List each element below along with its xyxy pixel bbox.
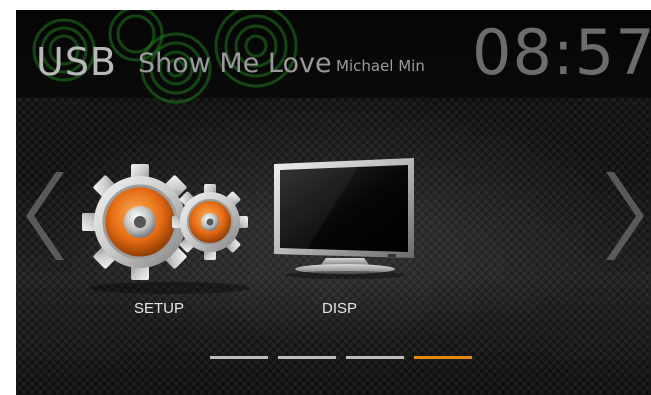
monitor-icon xyxy=(274,158,414,279)
artist-name: Michael Min xyxy=(336,57,425,75)
clock: 08:57 xyxy=(472,16,651,89)
chevron-right-icon[interactable] xyxy=(606,170,650,262)
setup-label: SETUP xyxy=(134,300,185,317)
head-unit-screen: USB Show Me Love Michael Min 08:57 SETUP… xyxy=(16,10,651,395)
gears-icon xyxy=(82,164,250,294)
page-indicator xyxy=(210,356,472,362)
disp-button[interactable] xyxy=(268,154,428,310)
page-dot-3[interactable] xyxy=(346,356,404,359)
setup-button[interactable] xyxy=(78,160,258,310)
song-title: Show Me Love xyxy=(138,48,330,79)
page-dot-2[interactable] xyxy=(278,356,336,359)
page-dot-4[interactable] xyxy=(414,356,472,359)
chevron-left-icon[interactable] xyxy=(20,170,64,262)
disp-label: DISP xyxy=(322,300,358,317)
page-dot-1[interactable] xyxy=(210,356,268,359)
source-label[interactable]: USB xyxy=(36,40,117,84)
